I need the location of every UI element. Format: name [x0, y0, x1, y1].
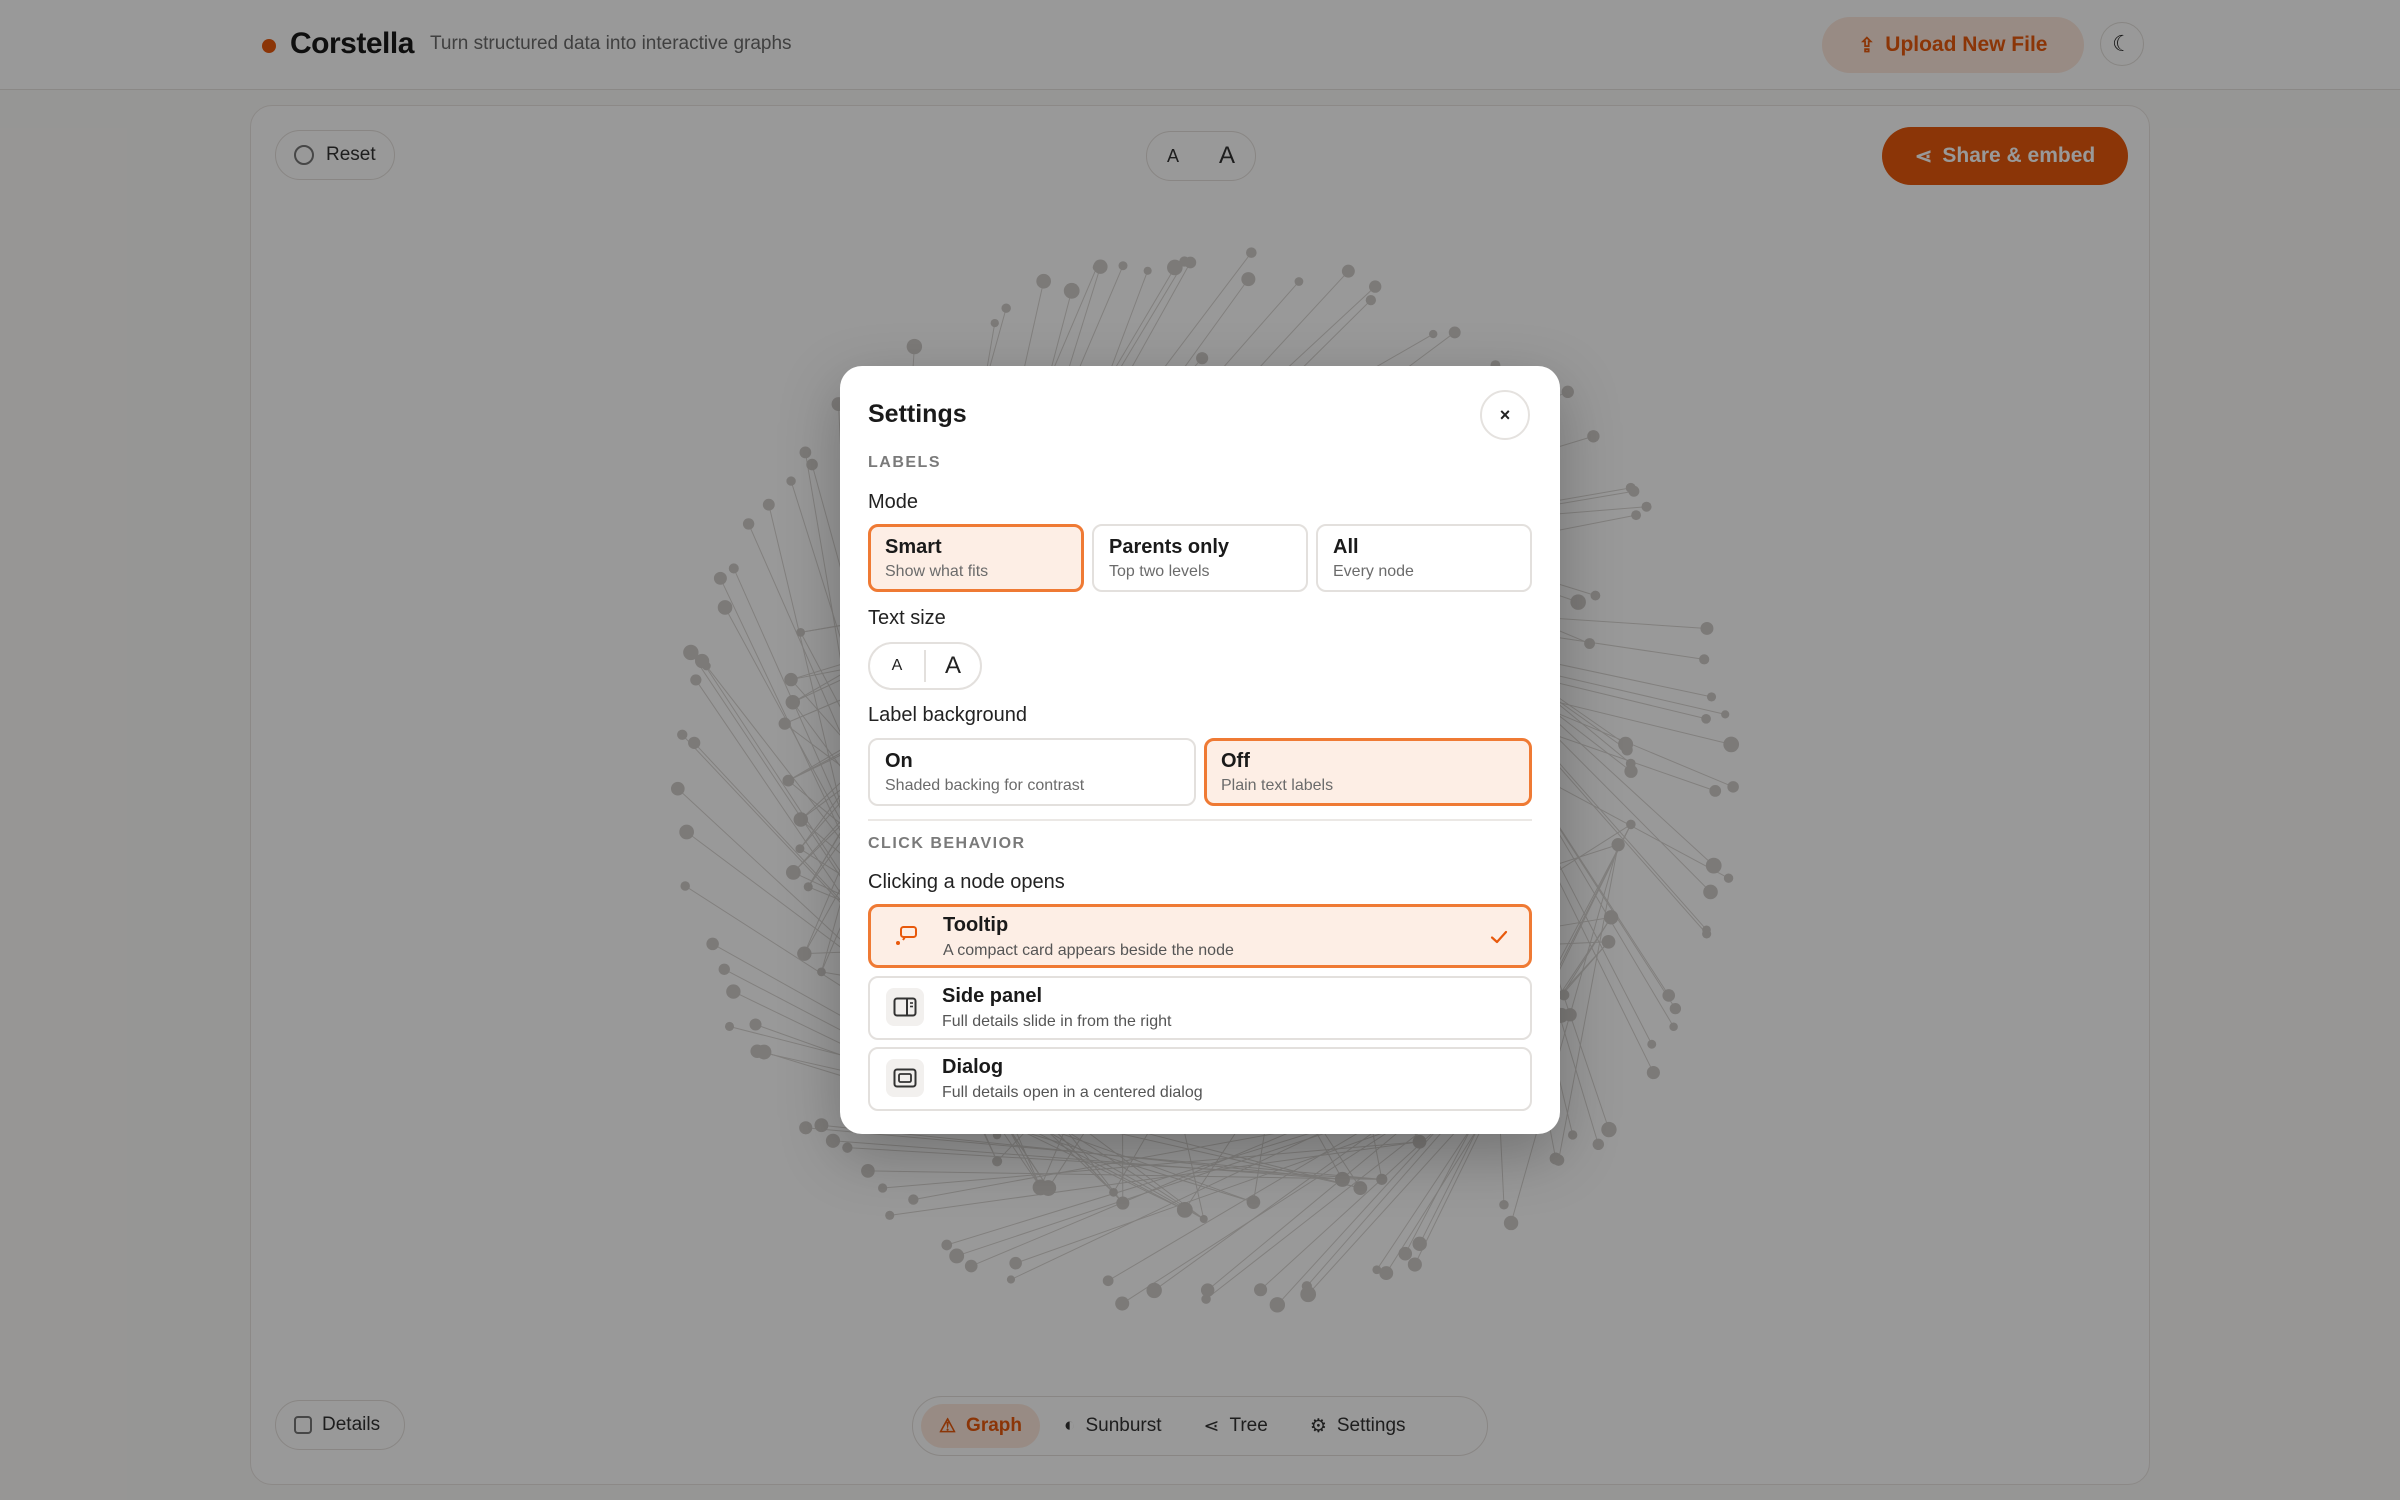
mode-option-all[interactable]: All Every node: [1316, 524, 1532, 592]
close-icon: ×: [1499, 404, 1511, 425]
tooltip-icon: [887, 917, 925, 955]
text-size-small-button[interactable]: A: [870, 650, 926, 682]
mode-option-smart[interactable]: Smart Show what fits: [868, 524, 1084, 592]
click-option-side-panel[interactable]: Side panel Full details slide in from th…: [868, 976, 1532, 1040]
option-subtitle: Show what fits: [885, 563, 989, 580]
option-subtitle: A compact card appears beside the node: [943, 942, 1234, 959]
field-label-click-opens: Clicking a node opens: [868, 871, 1065, 893]
dialog-icon: [886, 1059, 924, 1097]
settings-dialog: Settings × LABELS Mode Smart Show what f…: [840, 366, 1560, 1134]
option-subtitle: Plain text labels: [1221, 777, 1334, 794]
text-size-toggle: A A: [868, 642, 982, 690]
option-title: Side panel: [942, 985, 1043, 1007]
section-label-click-behavior: CLICK BEHAVIOR: [868, 835, 1026, 852]
field-label-label-background: Label background: [868, 704, 1028, 726]
option-subtitle: Top two levels: [1109, 563, 1210, 580]
option-title: Dialog: [942, 1056, 1004, 1078]
option-title: Smart: [885, 536, 942, 558]
check-icon: [1487, 925, 1511, 954]
dialog-title: Settings: [868, 400, 967, 428]
option-subtitle: Full details open in a centered dialog: [942, 1084, 1203, 1101]
option-title: Tooltip: [943, 914, 1009, 936]
mode-option-parents-only[interactable]: Parents only Top two levels: [1092, 524, 1308, 592]
option-subtitle: Shaded backing for contrast: [885, 777, 1085, 794]
click-option-tooltip[interactable]: Tooltip A compact card appears beside th…: [868, 904, 1532, 968]
section-label-labels: LABELS: [868, 454, 941, 471]
option-title: Off: [1221, 750, 1250, 772]
label-background-option-off[interactable]: Off Plain text labels: [1204, 738, 1532, 806]
side-panel-icon: [886, 988, 924, 1026]
option-title: Parents only: [1109, 536, 1230, 558]
section-divider: [868, 819, 1532, 821]
click-option-dialog[interactable]: Dialog Full details open in a centered d…: [868, 1047, 1532, 1111]
text-size-large-button[interactable]: A: [926, 644, 980, 688]
label-background-option-on[interactable]: On Shaded backing for contrast: [868, 738, 1196, 806]
option-title: On: [885, 750, 913, 772]
option-subtitle: Full details slide in from the right: [942, 1013, 1172, 1030]
close-button[interactable]: ×: [1480, 390, 1530, 440]
option-subtitle: Every node: [1333, 563, 1414, 580]
field-label-text-size: Text size: [868, 607, 946, 629]
option-title: All: [1333, 536, 1359, 558]
field-label-mode: Mode: [868, 491, 919, 513]
